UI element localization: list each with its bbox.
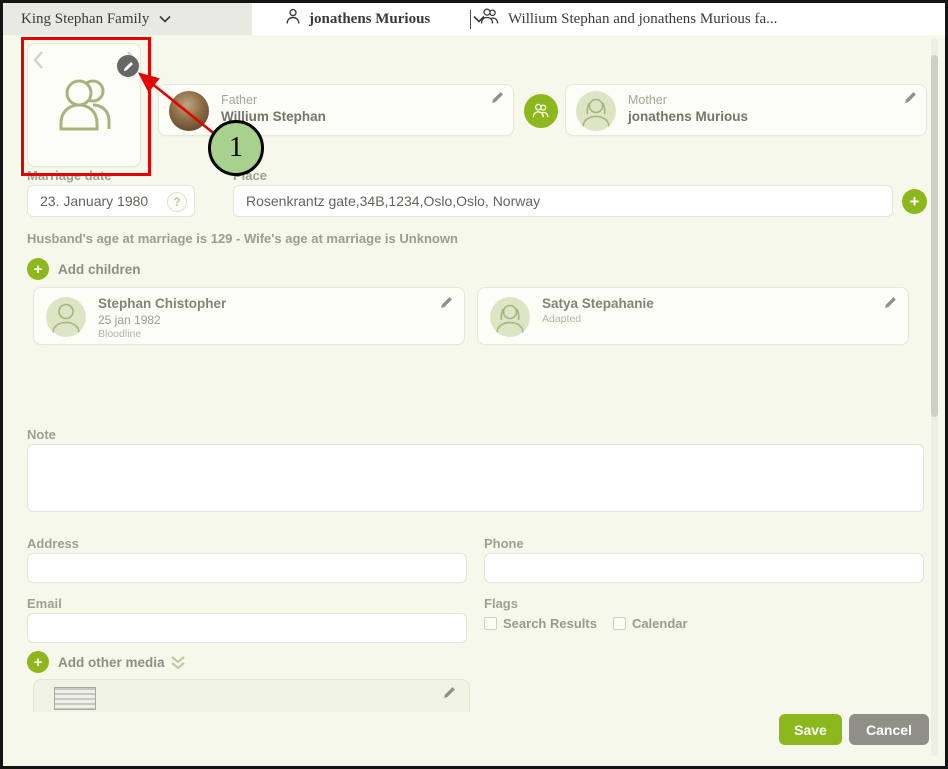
edit-mother-icon[interactable] [904, 91, 918, 105]
add-media-button[interactable]: + [27, 651, 49, 673]
phone-input[interactable] [484, 553, 924, 583]
scrollbar-thumb[interactable] [931, 55, 938, 417]
person-tab-label: jonathens Murious [309, 11, 430, 28]
flags-label: Flags [484, 596, 518, 611]
media-card[interactable] [33, 679, 470, 712]
chevron-down-icon [159, 15, 171, 23]
place-input[interactable]: Rosenkrantz gate,34B,1234,Oslo,Oslo, Nor… [233, 185, 893, 217]
add-children-label: Add children [58, 262, 141, 277]
tab-person[interactable]: jonathens Murious [285, 3, 465, 35]
mother-avatar [576, 91, 616, 131]
double-chevron-down-icon[interactable] [170, 656, 186, 675]
couple-icon [480, 8, 500, 30]
address-label: Address [27, 536, 79, 551]
family-detail-label: Willium Stephan and jonathens Murious fa… [508, 11, 777, 28]
family-edit-dialog: King Stephan Family jonathens Murious Wi… [0, 0, 948, 769]
note-textarea[interactable] [27, 444, 924, 512]
mother-card[interactable]: Mother jonathens Murious [565, 84, 927, 136]
chevron-left-icon[interactable] [33, 50, 44, 76]
father-photo [169, 91, 209, 131]
person-icon [285, 8, 301, 30]
child-avatar [490, 297, 530, 337]
father-card[interactable]: Father Willium Stephan [158, 84, 514, 136]
child-card[interactable]: Stephan Chistopher 25 jan 1982 Bloodline [33, 287, 465, 345]
phone-label: Phone [484, 536, 524, 551]
tab-family-detail[interactable]: Willium Stephan and jonathens Murious fa… [480, 3, 930, 35]
edit-family-button[interactable] [117, 55, 139, 77]
father-label: Father [221, 93, 326, 107]
mother-label: Mother [628, 93, 748, 107]
family-selector-label: King Stephan Family [21, 11, 149, 28]
family-couple-icon [53, 73, 117, 137]
edit-child-icon[interactable] [884, 296, 898, 310]
tab-family-selector[interactable]: King Stephan Family [3, 3, 252, 35]
calendar-checkbox[interactable]: Calendar [613, 616, 688, 631]
child-name: Satya Stepahanie [542, 296, 654, 313]
marriage-date-label: Marriage date [27, 168, 112, 183]
marriage-date-value: 23. January 1980 [40, 193, 148, 209]
address-input[interactable] [27, 553, 467, 583]
top-tab-bar: King Stephan Family jonathens Murious Wi… [3, 3, 945, 35]
search-results-checkbox[interactable]: Search Results [484, 616, 597, 631]
media-thumbnail [54, 687, 96, 710]
note-label: Note [27, 427, 56, 442]
add-children-button[interactable]: + [27, 258, 49, 280]
place-value: Rosenkrantz gate,34B,1234,Oslo,Oslo, Nor… [246, 193, 540, 209]
email-label: Email [27, 596, 62, 611]
add-place-button[interactable]: + [902, 189, 927, 214]
child-card[interactable]: Satya Stepahanie Adapted [477, 287, 909, 345]
flags-group: Search Results Calendar [484, 616, 688, 631]
tab-divider [470, 10, 471, 29]
edit-father-icon[interactable] [491, 91, 505, 105]
annotation-step-number: 1 [208, 120, 264, 176]
checkbox-icon [613, 617, 626, 630]
marriage-date-input[interactable]: 23. January 1980 ? [27, 185, 195, 217]
couple-link-icon [524, 94, 558, 128]
child-avatar [46, 297, 86, 337]
marriage-age-summary: Husband's age at marriage is 129 - Wife'… [27, 231, 458, 246]
email-input[interactable] [27, 613, 467, 643]
child-name: Stephan Chistopher [98, 296, 226, 313]
edit-child-icon[interactable] [440, 296, 454, 310]
pencil-icon [123, 61, 134, 72]
save-button[interactable]: Save [779, 714, 842, 745]
mother-name: jonathens Murious [628, 109, 748, 124]
add-media-label: Add other media [58, 655, 165, 670]
calendar-label: Calendar [632, 616, 688, 631]
help-icon[interactable]: ? [167, 192, 187, 212]
cancel-button[interactable]: Cancel [849, 714, 929, 745]
child-birth: 25 jan 1982 [98, 313, 226, 328]
edit-media-icon[interactable] [443, 686, 457, 700]
child-relation: Bloodline [98, 328, 226, 341]
search-results-label: Search Results [503, 616, 597, 631]
checkbox-icon [484, 617, 497, 630]
child-relation: Adapted [542, 313, 654, 326]
